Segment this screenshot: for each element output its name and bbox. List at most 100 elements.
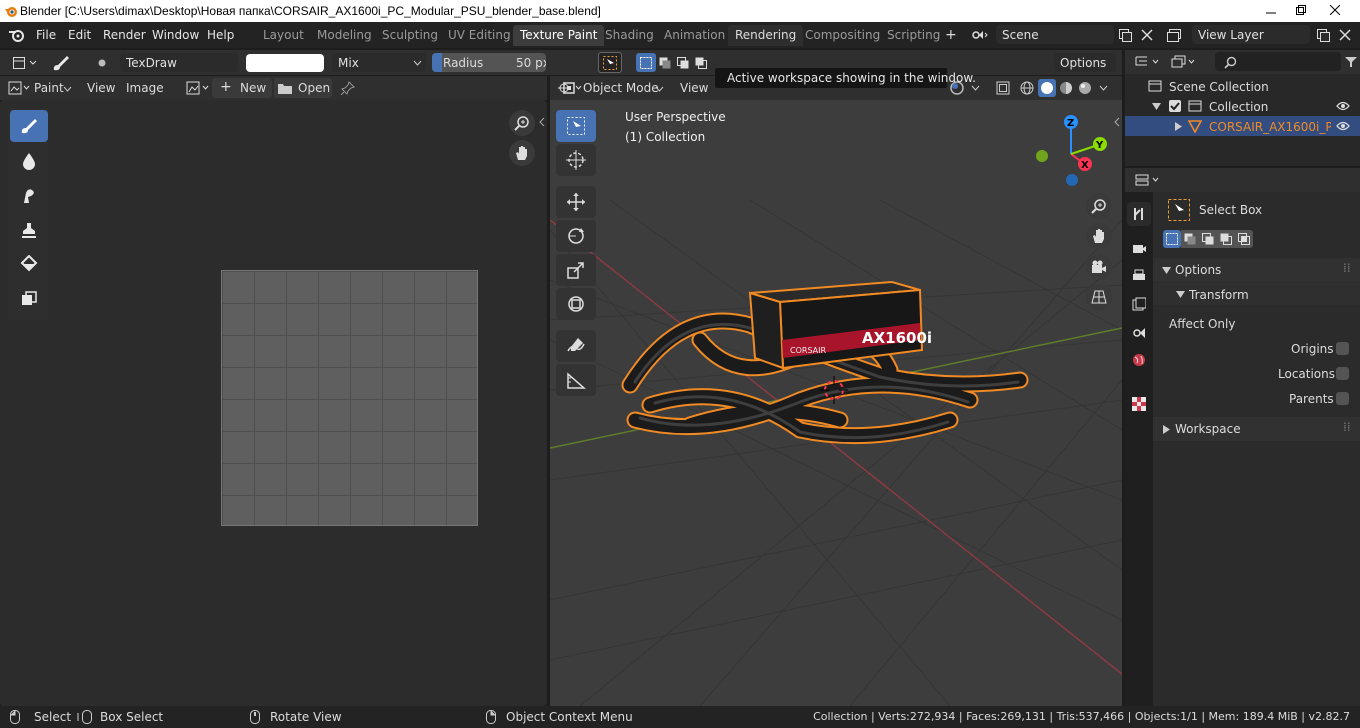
select-mode-subtract-icon[interactable]	[674, 53, 692, 72]
blender-menu-icon[interactable]	[8, 27, 26, 43]
brush-color-swatch[interactable]	[246, 54, 324, 72]
mask-tool[interactable]	[10, 283, 48, 315]
camera-view-icon[interactable]	[1086, 254, 1112, 280]
locations-checkbox[interactable]	[1336, 367, 1349, 380]
display-mode-icon[interactable]	[1169, 54, 1199, 70]
collection-checkbox[interactable]	[1169, 100, 1181, 112]
viewport-view-menu[interactable]: View	[680, 81, 708, 95]
image-editor-area[interactable]	[0, 100, 547, 706]
origins-checkbox[interactable]	[1336, 342, 1349, 355]
pan-hand-icon[interactable]	[509, 140, 535, 166]
select-mode-extend-icon[interactable]	[1181, 230, 1199, 248]
drag-handle-icon[interactable]: ⁞⁞	[1343, 261, 1351, 275]
zoom-view-icon[interactable]	[509, 110, 535, 136]
select-mode-intersect-icon[interactable]	[1235, 230, 1253, 248]
scale-tool[interactable]	[556, 254, 596, 286]
shading-material-icon[interactable]	[1057, 79, 1075, 97]
select-mode-invert-icon[interactable]	[1217, 230, 1235, 248]
filter-icon[interactable]	[1343, 54, 1359, 70]
menu-image[interactable]: Image	[126, 81, 164, 95]
scene-field[interactable]: Scene	[996, 25, 1114, 44]
eye-icon[interactable]	[1335, 99, 1351, 113]
tab-scripting[interactable]: Scripting	[880, 25, 947, 46]
view-layer-icon[interactable]	[1164, 26, 1186, 44]
xray-toggle-icon[interactable]	[994, 79, 1012, 97]
new-view-layer-icon[interactable]	[1314, 26, 1332, 44]
shading-rendered-icon[interactable]	[1076, 79, 1094, 97]
collapsed-triangle-icon[interactable]	[1173, 121, 1183, 131]
tab-texture-paint[interactable]: Texture Paint	[513, 25, 605, 46]
object-label[interactable]: CORSAIR_AX1600i_PC_M	[1209, 120, 1331, 134]
brush-icon[interactable]	[48, 53, 74, 72]
maximize-button[interactable]	[1286, 0, 1316, 20]
pin-icon[interactable]	[340, 80, 356, 96]
open-image-button[interactable]: Open	[274, 78, 332, 98]
delete-view-layer-icon[interactable]	[1336, 26, 1354, 44]
parents-checkbox[interactable]	[1336, 392, 1349, 405]
transform-tool[interactable]	[556, 288, 596, 320]
shading-solid-icon[interactable]	[1038, 79, 1056, 97]
world-tab-icon[interactable]	[1127, 348, 1151, 372]
soften-tool[interactable]	[10, 145, 48, 177]
view-layer-tab-icon[interactable]	[1127, 292, 1151, 316]
draw-brush-tool[interactable]	[10, 110, 48, 142]
tab-uv-editing[interactable]: UV Editing	[441, 25, 518, 46]
tab-modeling[interactable]: Modeling	[310, 25, 379, 46]
navigation-gizmo[interactable]: Z X Y	[1030, 112, 1110, 192]
eye-icon[interactable]	[1335, 119, 1351, 133]
paint-mode-dropdown[interactable]: Paint	[34, 81, 64, 95]
menu-window[interactable]: Window	[152, 28, 199, 42]
collection-label[interactable]: Collection	[1209, 100, 1268, 114]
rotate-tool[interactable]	[556, 220, 596, 252]
editor-type-icon[interactable]	[10, 54, 40, 71]
select-box-tool[interactable]	[556, 110, 596, 142]
select-mode-new-icon[interactable]	[1163, 230, 1181, 248]
render-tab-icon[interactable]	[1127, 236, 1151, 260]
menu-view[interactable]: View	[87, 81, 115, 95]
uv-image-editor-icon[interactable]	[6, 80, 32, 96]
scene-icon[interactable]	[968, 26, 992, 44]
cursor-tool[interactable]	[556, 144, 596, 176]
add-workspace-icon[interactable]: +	[945, 27, 957, 43]
select-mode-new-icon[interactable]	[636, 53, 656, 72]
chevron-down-icon[interactable]	[1098, 84, 1108, 92]
view-layer-field[interactable]: View Layer	[1192, 25, 1310, 44]
pan-hand-icon[interactable]	[1086, 223, 1112, 249]
collapse-sidebar-icon[interactable]	[537, 114, 547, 130]
tab-compositing[interactable]: Compositing	[798, 25, 887, 46]
close-window-button[interactable]	[1320, 0, 1350, 20]
tab-layout[interactable]: Layout	[256, 25, 311, 46]
zoom-view-icon[interactable]	[1086, 193, 1112, 219]
options-panel-header[interactable]: Options ⁞⁞	[1153, 258, 1360, 282]
brush-name-field[interactable]: TexDraw	[120, 53, 238, 72]
annotate-tool[interactable]	[556, 330, 596, 362]
image-canvas-grid[interactable]	[221, 270, 478, 526]
3d-viewport[interactable]: CORSAIR AX1600i User Perspective (1) Col…	[550, 100, 1122, 706]
properties-editor-icon[interactable]	[1133, 172, 1163, 188]
menu-help[interactable]: Help	[207, 28, 234, 42]
transform-subpanel-header[interactable]: Transform	[1153, 283, 1360, 305]
scene-tab-icon[interactable]	[1127, 320, 1151, 344]
menu-render[interactable]: Render	[103, 28, 146, 42]
measure-tool[interactable]	[556, 364, 596, 396]
shading-wireframe-icon[interactable]	[1018, 79, 1036, 97]
new-scene-icon[interactable]	[1116, 26, 1134, 44]
select-tool-icon[interactable]	[598, 52, 622, 73]
perspective-toggle-icon[interactable]	[1086, 284, 1112, 310]
output-tab-icon[interactable]	[1127, 264, 1151, 288]
drag-handle-icon[interactable]: ⁞⁞	[1343, 420, 1351, 434]
texture-tab-icon[interactable]	[1127, 392, 1151, 416]
select-mode-subtract-icon[interactable]	[1199, 230, 1217, 248]
smear-tool[interactable]	[10, 180, 48, 212]
collapse-sidebar-icon[interactable]	[1112, 114, 1122, 130]
tab-shading[interactable]: Shading	[598, 25, 661, 46]
minimize-button[interactable]	[1256, 0, 1286, 20]
menu-edit[interactable]: Edit	[68, 28, 91, 42]
menu-file[interactable]: File	[36, 28, 56, 42]
tab-animation[interactable]: Animation	[657, 25, 732, 46]
fill-bucket-tool[interactable]	[10, 248, 48, 280]
select-mode-invert-icon[interactable]	[692, 53, 710, 72]
tab-sculpting[interactable]: Sculpting	[375, 25, 445, 46]
workspace-panel-header[interactable]: Workspace ⁞⁞	[1153, 417, 1360, 441]
tab-rendering[interactable]: Rendering	[728, 25, 804, 46]
